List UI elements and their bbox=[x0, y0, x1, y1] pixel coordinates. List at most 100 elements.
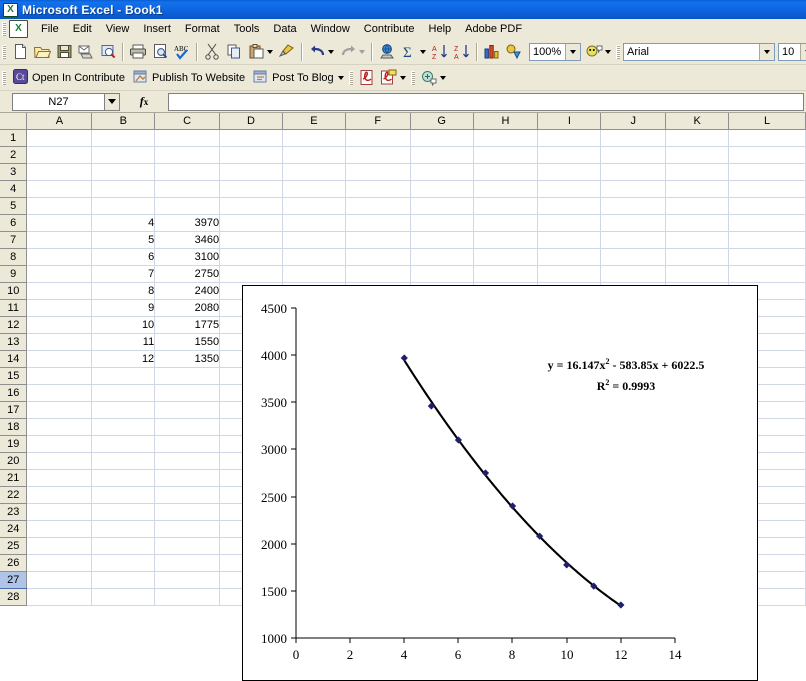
cell-B14[interactable]: 12 bbox=[92, 350, 155, 367]
select-all-corner[interactable] bbox=[0, 113, 27, 129]
cell-D4[interactable] bbox=[220, 180, 283, 197]
redo-icon[interactable] bbox=[337, 41, 359, 63]
row-header-10[interactable]: 10 bbox=[0, 282, 27, 299]
paste-options-icon[interactable] bbox=[267, 50, 273, 54]
cell-E8[interactable] bbox=[282, 248, 345, 265]
menu-item-adobe-pdf[interactable]: Adobe PDF bbox=[458, 21, 529, 37]
sort-descending-icon[interactable]: ZA bbox=[451, 41, 473, 63]
assistant-options-icon[interactable] bbox=[605, 50, 611, 54]
open-in-contribute-button[interactable]: Ct Open In Contribute bbox=[9, 68, 129, 88]
row-header-14[interactable]: 14 bbox=[0, 350, 27, 367]
column-header-f[interactable]: F bbox=[345, 113, 410, 129]
cell-C11[interactable]: 2080 bbox=[155, 299, 220, 316]
cell-J7[interactable] bbox=[601, 231, 666, 248]
menu-item-help[interactable]: Help bbox=[422, 21, 459, 37]
cell-D3[interactable] bbox=[220, 163, 283, 180]
cell-L1[interactable] bbox=[729, 129, 806, 146]
cell-B9[interactable]: 7 bbox=[92, 265, 155, 282]
row-header-2[interactable]: 2 bbox=[0, 146, 27, 163]
cell-D6[interactable] bbox=[220, 214, 283, 231]
cell-H8[interactable] bbox=[473, 248, 538, 265]
cell-G4[interactable] bbox=[410, 180, 473, 197]
cell-K6[interactable] bbox=[666, 214, 729, 231]
row-header-7[interactable]: 7 bbox=[0, 231, 27, 248]
cell-C4[interactable] bbox=[155, 180, 220, 197]
cell-B8[interactable]: 6 bbox=[92, 248, 155, 265]
office-assistant-icon[interactable] bbox=[583, 41, 605, 63]
autosum-options-icon[interactable] bbox=[420, 50, 426, 54]
cell-I3[interactable] bbox=[538, 163, 601, 180]
cell-E3[interactable] bbox=[282, 163, 345, 180]
cell-G6[interactable] bbox=[410, 214, 473, 231]
column-header-j[interactable]: J bbox=[601, 113, 666, 129]
cell-J9[interactable] bbox=[601, 265, 666, 282]
undo-icon[interactable] bbox=[306, 41, 328, 63]
print-preview-icon[interactable] bbox=[149, 41, 171, 63]
cell-C18[interactable] bbox=[155, 418, 220, 435]
cell-J5[interactable] bbox=[601, 197, 666, 214]
cell-D2[interactable] bbox=[220, 146, 283, 163]
zoom-combo[interactable]: 100% bbox=[529, 43, 581, 61]
drawing-icon[interactable] bbox=[503, 41, 525, 63]
row-header-13[interactable]: 13 bbox=[0, 333, 27, 350]
cell-L7[interactable] bbox=[729, 231, 806, 248]
row-header-3[interactable]: 3 bbox=[0, 163, 27, 180]
cell-J1[interactable] bbox=[601, 129, 666, 146]
document-icon[interactable]: X bbox=[9, 20, 28, 38]
acrobat-toolbar-grip[interactable] bbox=[411, 71, 415, 85]
cell-C9[interactable]: 2750 bbox=[155, 265, 220, 282]
cell-A4[interactable] bbox=[27, 180, 92, 197]
cell-C8[interactable]: 3100 bbox=[155, 248, 220, 265]
cell-G2[interactable] bbox=[410, 146, 473, 163]
cell-G9[interactable] bbox=[410, 265, 473, 282]
cell-I7[interactable] bbox=[538, 231, 601, 248]
cell-C14[interactable]: 1350 bbox=[155, 350, 220, 367]
cell-A26[interactable] bbox=[27, 554, 92, 571]
cell-C7[interactable]: 3460 bbox=[155, 231, 220, 248]
cell-B13[interactable]: 11 bbox=[92, 333, 155, 350]
menu-item-tools[interactable]: Tools bbox=[227, 21, 267, 37]
open-icon[interactable] bbox=[31, 41, 53, 63]
cell-K7[interactable] bbox=[666, 231, 729, 248]
cell-E6[interactable] bbox=[282, 214, 345, 231]
column-header-l[interactable]: L bbox=[729, 113, 806, 129]
cell-A17[interactable] bbox=[27, 401, 92, 418]
cell-B23[interactable] bbox=[92, 503, 155, 520]
row-header-15[interactable]: 15 bbox=[0, 367, 27, 384]
column-header-c[interactable]: C bbox=[155, 113, 220, 129]
cell-G7[interactable] bbox=[410, 231, 473, 248]
column-header-a[interactable]: A bbox=[27, 113, 92, 129]
new-icon[interactable] bbox=[9, 41, 31, 63]
cell-C19[interactable] bbox=[155, 435, 220, 452]
cell-A10[interactable] bbox=[27, 282, 92, 299]
menu-item-window[interactable]: Window bbox=[304, 21, 357, 37]
cell-G1[interactable] bbox=[410, 129, 473, 146]
cell-E5[interactable] bbox=[282, 197, 345, 214]
cell-C2[interactable] bbox=[155, 146, 220, 163]
menu-grip[interactable] bbox=[2, 22, 6, 36]
formatting-toolbar-grip[interactable] bbox=[616, 45, 620, 59]
cell-A3[interactable] bbox=[27, 163, 92, 180]
menu-item-contribute[interactable]: Contribute bbox=[357, 21, 422, 37]
cell-G5[interactable] bbox=[410, 197, 473, 214]
cell-C15[interactable] bbox=[155, 367, 220, 384]
name-box-dropdown-icon[interactable] bbox=[104, 93, 120, 111]
row-header-6[interactable]: 6 bbox=[0, 214, 27, 231]
cell-C21[interactable] bbox=[155, 469, 220, 486]
cell-C24[interactable] bbox=[155, 520, 220, 537]
cell-B2[interactable] bbox=[92, 146, 155, 163]
row-header-1[interactable]: 1 bbox=[0, 129, 27, 146]
contribute-overflow-icon[interactable] bbox=[338, 76, 344, 80]
cell-B27[interactable] bbox=[92, 571, 155, 588]
cell-J6[interactable] bbox=[601, 214, 666, 231]
column-header-h[interactable]: H bbox=[473, 113, 538, 129]
cell-F1[interactable] bbox=[345, 129, 410, 146]
cell-F3[interactable] bbox=[345, 163, 410, 180]
convert-and-email-pdf-icon[interactable] bbox=[378, 67, 400, 89]
cell-L4[interactable] bbox=[729, 180, 806, 197]
acrobat-comments-icon[interactable] bbox=[418, 67, 440, 89]
cell-C12[interactable]: 1775 bbox=[155, 316, 220, 333]
search-icon[interactable] bbox=[97, 41, 119, 63]
cell-B1[interactable] bbox=[92, 129, 155, 146]
cell-E4[interactable] bbox=[282, 180, 345, 197]
